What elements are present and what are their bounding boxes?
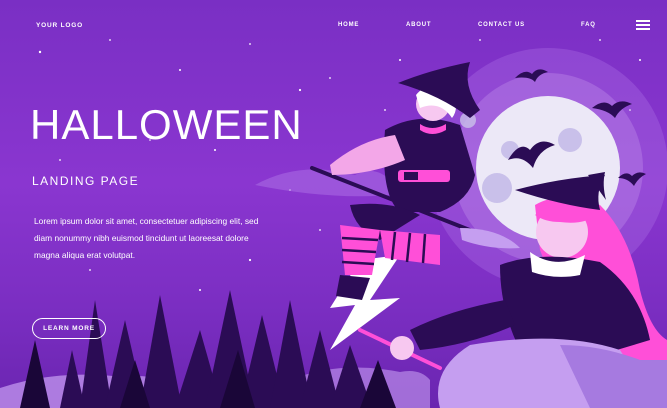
site-logo[interactable]: YOUR LOGO: [36, 22, 83, 29]
nav-home[interactable]: HOME: [338, 22, 359, 28]
learn-more-button[interactable]: LEARN MORE: [32, 318, 106, 339]
hero-description: Lorem ipsum dolor sit amet, consectetuer…: [34, 216, 259, 260]
nav-faq[interactable]: FAQ: [581, 22, 596, 28]
page-subtitle: LANDING PAGE: [32, 174, 140, 188]
nav-about[interactable]: ABOUT: [406, 22, 431, 28]
halloween-illustration: [0, 39, 667, 408]
landing-page: YOUR LOGO HOME ABOUT CONTACT US FAQ HALL…: [0, 0, 667, 408]
nav-contact-us[interactable]: CONTACT US: [478, 22, 525, 28]
hamburger-menu-icon[interactable]: [636, 20, 650, 30]
forest: [60, 290, 372, 408]
page-title: HALLOWEEN: [30, 101, 303, 148]
